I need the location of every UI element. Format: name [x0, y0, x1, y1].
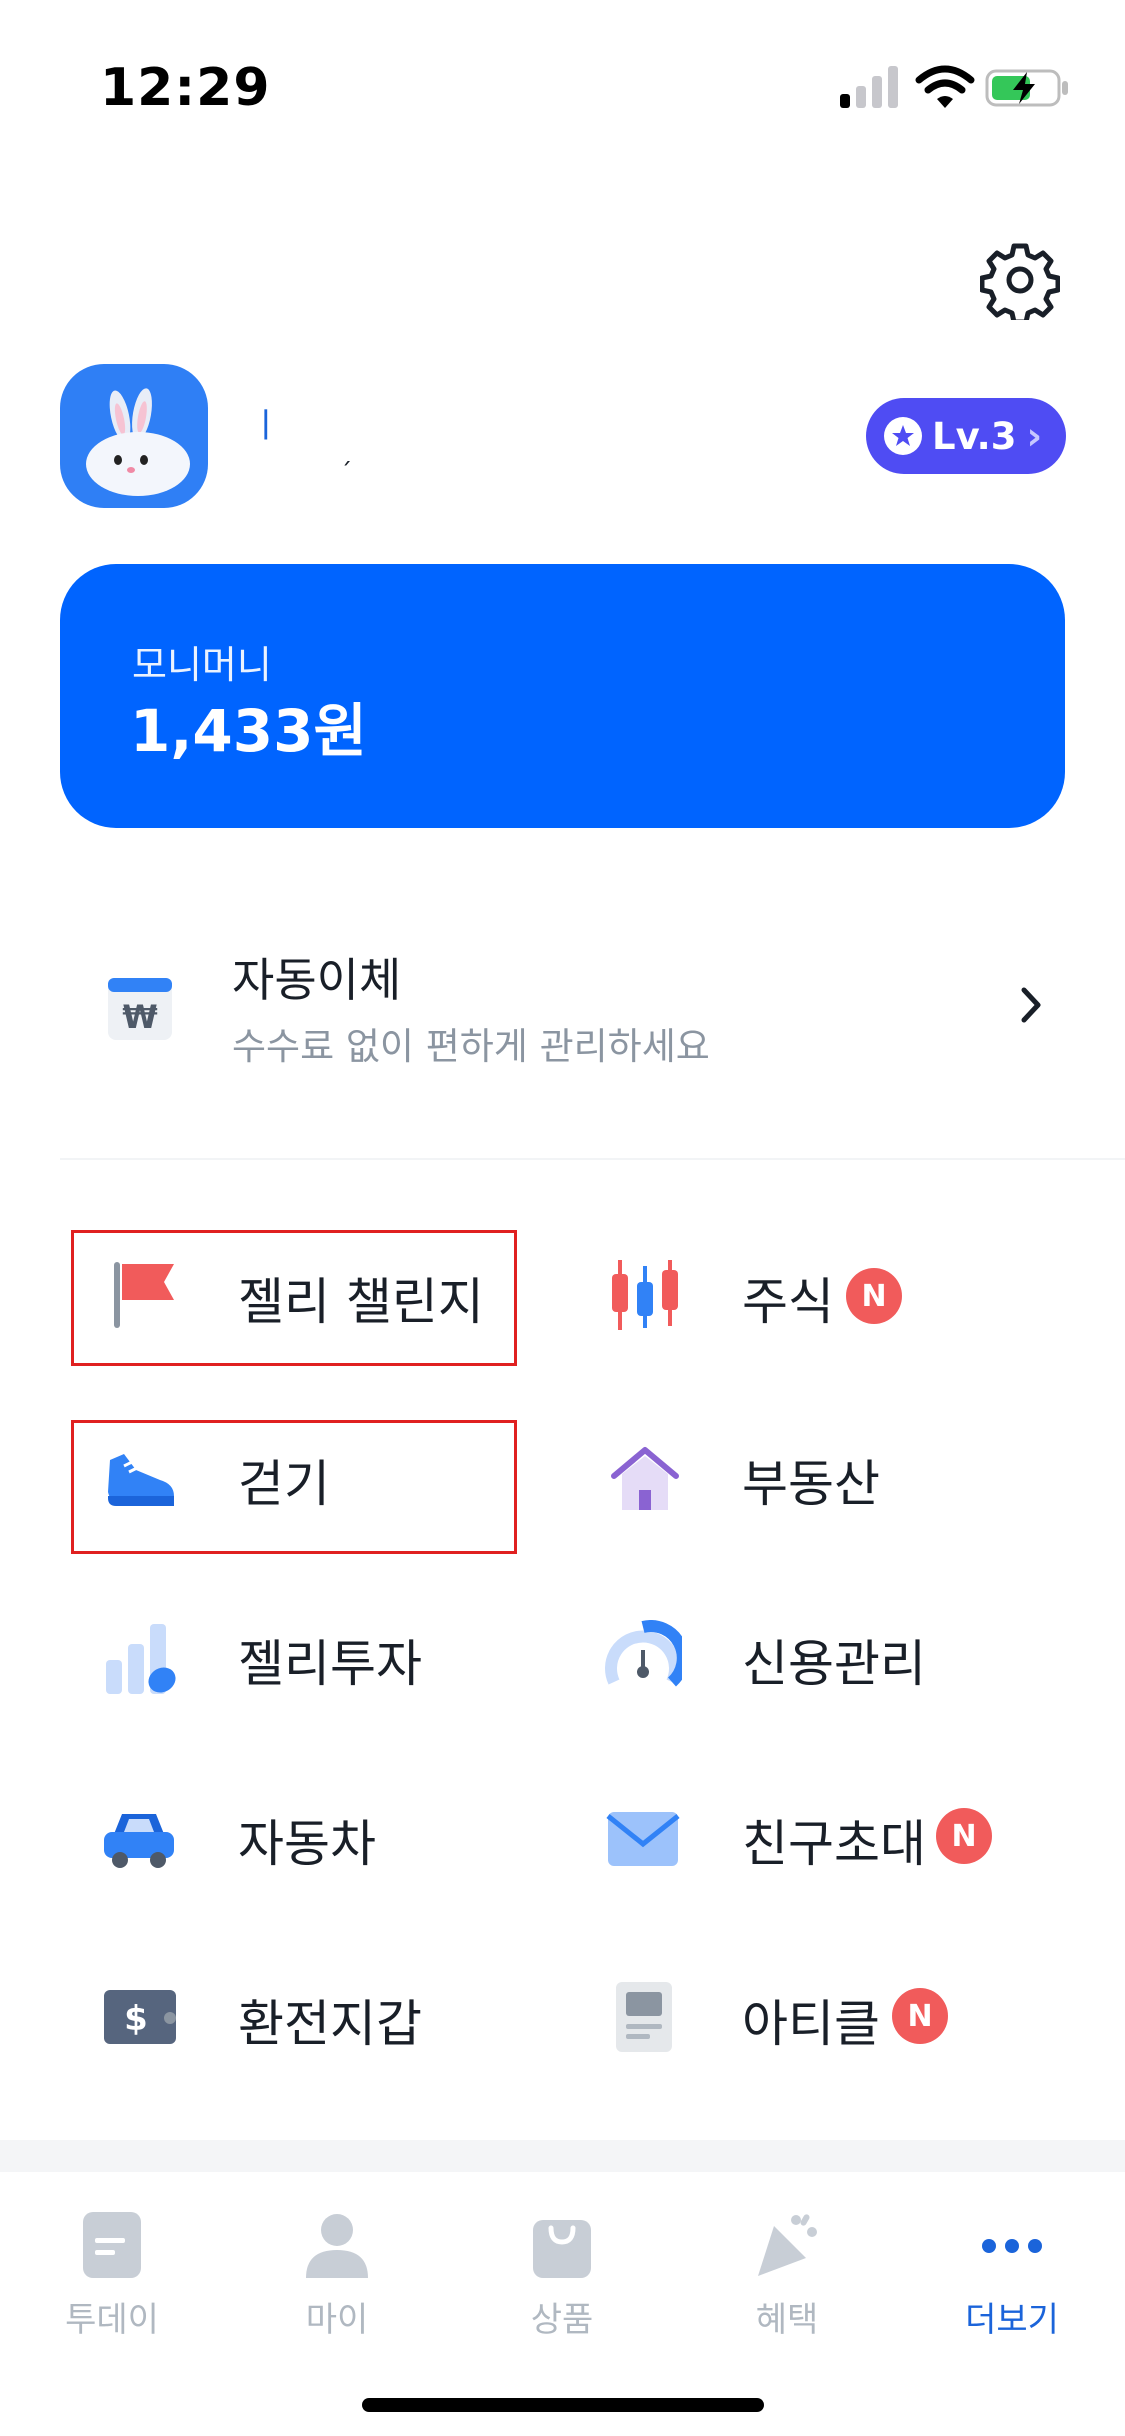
level-label: Lv.3 [932, 414, 1017, 458]
money-amount: 1,433원 [130, 697, 367, 765]
home-indicator[interactable] [362, 2398, 764, 2412]
auto-transfer-subtitle: 수수료 없이 편하게 관리하세요 [232, 1025, 710, 1068]
stock-candlestick-icon [612, 1260, 678, 1330]
tab-benefits-label: 혜택 [755, 2300, 819, 2340]
tab-products[interactable]: 상품 [492, 2210, 632, 2360]
new-badge: N [936, 1808, 992, 1864]
menu-stocks[interactable]: 주식 [742, 1262, 834, 1334]
envelope-icon [606, 1812, 680, 1866]
svg-text:$: $ [124, 1999, 148, 2039]
more-dots-icon [982, 2239, 1042, 2253]
menu-jelly-invest[interactable]: 젤리투자 [238, 1624, 422, 1696]
section-divider [60, 1158, 1125, 1160]
battery-charging-icon [985, 69, 1068, 107]
sneaker-icon [108, 1454, 174, 1506]
new-badge: N [892, 1988, 948, 2044]
menu-exchange-wallet[interactable]: 환전지갑 [238, 1984, 422, 2056]
flag-icon [114, 1262, 174, 1328]
star-icon [884, 417, 922, 455]
menu-article[interactable]: 아티클 [742, 1984, 880, 2056]
menu-car[interactable]: 자동차 [238, 1804, 376, 1876]
party-popper-icon [758, 2214, 817, 2276]
credit-gauge-icon [605, 1620, 682, 1687]
invest-chart-icon [106, 1624, 176, 1694]
chevron-right-icon[interactable] [1018, 982, 1046, 1028]
menu-invite[interactable]: 친구초대 [742, 1804, 926, 1876]
tab-today-label: 투데이 [65, 2300, 159, 2340]
user-name: ㅣ [250, 406, 282, 446]
tab-benefits[interactable]: 혜택 [717, 2210, 857, 2360]
shopping-bag-icon [533, 2220, 591, 2278]
chevron-right-icon: › [1026, 414, 1043, 458]
bunny-avatar-icon [86, 388, 190, 496]
tab-more[interactable]: 더보기 [942, 2210, 1082, 2360]
article-document-icon [616, 1982, 672, 2052]
tab-my[interactable]: 마이 [267, 2210, 407, 2360]
profile-avatar[interactable] [60, 364, 208, 508]
car-icon [104, 1814, 174, 1868]
svg-text:₩: ₩ [122, 998, 157, 1036]
dollar-wallet-icon: $ [104, 1990, 176, 2044]
tab-today[interactable]: 투데이 [42, 2210, 182, 2360]
tab-my-label: 마이 [305, 2300, 369, 2340]
auto-transfer-title[interactable]: 자동이체 [232, 944, 401, 1010]
menu-walking[interactable]: 걷기 [238, 1444, 330, 1516]
menu-jelly-challenge[interactable]: 젤리 챌린지 [238, 1262, 484, 1334]
bottom-separator [0, 2140, 1125, 2172]
wifi-icon [915, 65, 975, 108]
menu-credit[interactable]: 신용관리 [742, 1624, 926, 1696]
tab-more-label: 더보기 [965, 2300, 1059, 2340]
settings-gear-icon[interactable] [980, 240, 1060, 320]
person-icon [306, 2214, 368, 2278]
menu-real-estate[interactable]: 부동산 [742, 1444, 880, 1516]
money-label: 모니머니 [132, 643, 272, 687]
status-time: 12:29 [100, 58, 271, 118]
user-subtext: ˏ [340, 438, 352, 466]
money-card[interactable]: 모니머니 1,433원 [60, 564, 1065, 828]
tab-products-label: 상품 [530, 2300, 594, 2340]
auto-transfer-won-icon: ₩ [108, 978, 172, 1040]
level-badge-button[interactable]: Lv.3 › [866, 398, 1066, 474]
house-icon [611, 1447, 679, 1510]
new-badge: N [846, 1268, 902, 1324]
document-icon [83, 2212, 141, 2278]
